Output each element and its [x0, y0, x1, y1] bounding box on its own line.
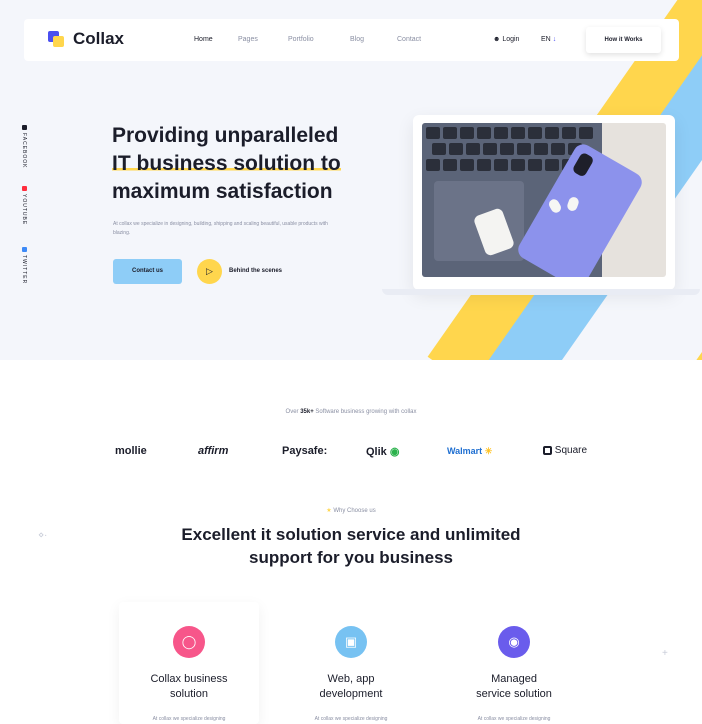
- qlik-q-icon: ◉: [389, 446, 400, 458]
- service-title-line-2: development: [319, 688, 383, 700]
- service-card-web-app[interactable]: ▣ Web, app development At collax we speci…: [281, 602, 421, 724]
- navbar: Collax Home Pages Portfolio Blog Contact…: [24, 19, 679, 61]
- service-card-business[interactable]: ◯ Collax business solution At collax we s…: [119, 602, 259, 724]
- hero-image: [422, 123, 666, 277]
- service-description: At collax we specialize designing: [152, 716, 226, 722]
- stats-prefix: Over: [285, 409, 299, 415]
- service-title-line-2: solution: [170, 688, 208, 700]
- partner-logo-qlik-text: Qlik: [366, 446, 387, 458]
- stats-suffix: Software business growing with collax: [315, 409, 417, 415]
- why-choose-us-eyebrow: ★ Why Choose us: [0, 507, 702, 514]
- nav-link-home[interactable]: Home: [194, 36, 213, 43]
- nav-link-contact[interactable]: Contact: [397, 36, 421, 43]
- partner-logo-affirm: affirm: [198, 445, 229, 457]
- sparkle-icon: +: [662, 648, 668, 659]
- hero-section: Collax Home Pages Portfolio Blog Contact…: [0, 0, 702, 360]
- hero-title: Providing unparalleled IT business solut…: [112, 122, 362, 206]
- nav-link-pages[interactable]: Pages: [238, 36, 258, 43]
- logo-icon[interactable]: [48, 31, 66, 49]
- social-facebook-label: FACEBOOK: [21, 133, 27, 169]
- customer-stats: Over 35k+ Software business growing with…: [0, 409, 702, 415]
- partner-logo-square: Square: [543, 445, 587, 456]
- service-title: Collax business solution: [119, 672, 259, 702]
- service-title-line-1: Collax business: [150, 673, 228, 685]
- service-title-line-1: Managed: [491, 673, 537, 685]
- laptop-mockup: [413, 115, 675, 290]
- service-title: Managed service solution: [444, 672, 584, 702]
- partner-logo-walmart-text: Walmart: [447, 446, 483, 456]
- star-icon: ★: [326, 508, 332, 514]
- section-title-line-1: Excellent it solution service and unlimi…: [181, 525, 521, 544]
- partner-logo-square-text: Square: [554, 445, 588, 456]
- hero-title-line-2: IT business solution to: [112, 152, 341, 175]
- partner-logo-paysafe: Paysafe:: [282, 445, 328, 457]
- section-title-line-2: support for you business: [248, 548, 454, 567]
- why-choose-us-label: Why Choose us: [333, 508, 376, 514]
- facebook-icon: [21, 125, 27, 130]
- youtube-icon: [21, 186, 27, 191]
- walmart-spark-icon: ✳: [484, 446, 493, 456]
- stats-count: 35k+: [300, 409, 314, 415]
- service-title: Web, app development: [281, 672, 421, 702]
- language-label: EN: [541, 36, 551, 43]
- play-icon[interactable]: ▷: [197, 259, 222, 284]
- service-title-line-1: Web, app: [327, 673, 375, 685]
- camera-icon: ◉: [498, 626, 530, 658]
- social-youtube-link[interactable]: YOUTUBE: [21, 186, 27, 225]
- contact-us-button[interactable]: Contact us: [113, 259, 182, 284]
- login-link[interactable]: ☻ Login: [493, 36, 519, 43]
- square-logo-icon: [543, 445, 552, 455]
- language-selector[interactable]: EN ↓: [541, 36, 556, 43]
- service-description: At collax we specialize designing: [314, 716, 388, 722]
- logo-text[interactable]: Collax: [73, 29, 124, 49]
- partner-logo-mollie: mollie: [115, 445, 147, 457]
- login-label: Login: [502, 36, 520, 43]
- hero-title-line-1: Providing unparalleled: [112, 124, 339, 147]
- service-description: At collax we specialize designing: [477, 716, 551, 722]
- section-title: Excellent it solution service and unlimi…: [161, 523, 541, 569]
- behind-the-scenes-link[interactable]: Behind the scenes: [229, 268, 282, 274]
- partner-logo-qlik: Qlik ◉: [366, 445, 399, 458]
- laptop-base: [382, 289, 700, 295]
- partner-logo-walmart: Walmart ✳: [447, 446, 492, 457]
- how-it-works-button[interactable]: How it Works: [586, 27, 661, 53]
- user-icon: ☻: [493, 36, 503, 43]
- hero-title-line-3: maximum satisfaction: [112, 180, 333, 203]
- social-twitter-label: TWITTER: [21, 255, 27, 285]
- nav-link-blog[interactable]: Blog: [350, 36, 364, 43]
- nav-link-portfolio[interactable]: Portfolio: [288, 36, 314, 43]
- hero-description: At collax we specialize in designing, bu…: [113, 221, 328, 236]
- bulb-icon: ◯: [173, 626, 205, 658]
- twitter-icon: [21, 247, 27, 252]
- service-title-line-2: service solution: [476, 688, 552, 700]
- code-file-icon: ▣: [335, 626, 367, 658]
- service-card-managed[interactable]: ◉ Managed service solution At collax we s…: [444, 602, 584, 724]
- social-facebook-link[interactable]: FACEBOOK: [21, 125, 27, 169]
- sparkle-icon: ⋄∙: [38, 530, 48, 541]
- social-twitter-link[interactable]: TWITTER: [21, 247, 27, 284]
- arrow-down-icon: ↓: [552, 36, 557, 43]
- social-youtube-label: YOUTUBE: [21, 194, 27, 226]
